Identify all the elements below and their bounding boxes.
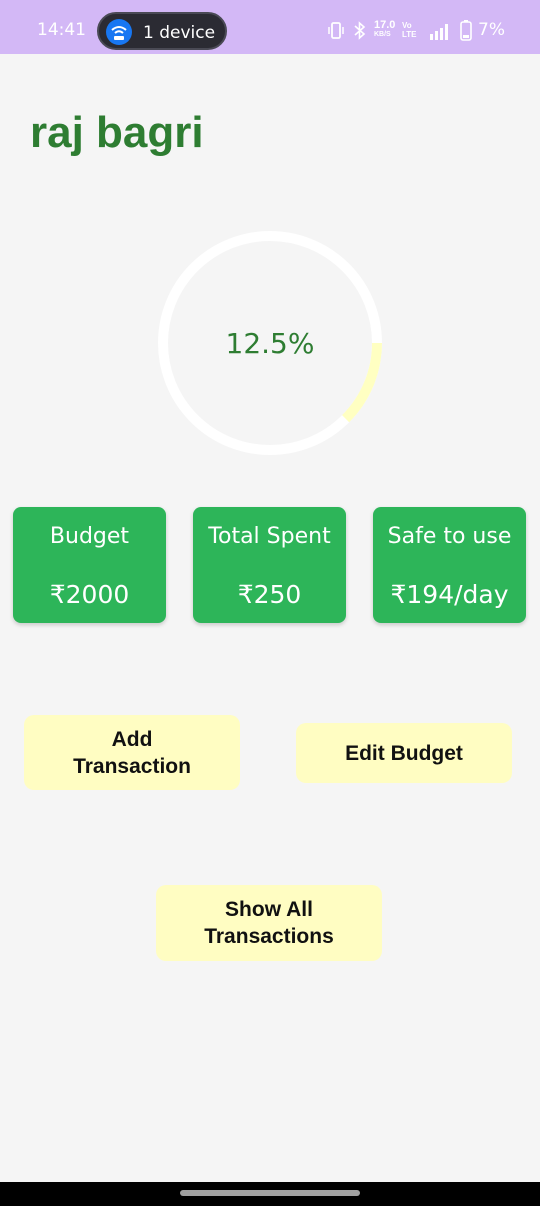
hotspot-icon: [106, 19, 132, 45]
total-spent-value: ₹250: [237, 580, 302, 609]
budget-value: ₹2000: [49, 580, 130, 609]
hotspot-indicator[interactable]: 1 device: [97, 12, 227, 50]
show-all-transactions-button[interactable]: Show All Transactions: [156, 885, 382, 961]
home-gesture-handle[interactable]: [180, 1190, 360, 1196]
system-nav-bar: [0, 1182, 540, 1206]
hotspot-label: 1 device: [143, 23, 216, 43]
battery-percent: 7%: [478, 20, 505, 40]
status-bar: 14:41 1 device 17.0 KB/S Vo LTE 7%: [0, 0, 540, 54]
user-name-heading: raj bagri: [30, 108, 204, 157]
progress-percent-text: 12.5%: [225, 327, 315, 360]
safe-to-use-value: ₹194/day: [390, 580, 509, 609]
volte-indicator: Vo LTE: [402, 21, 417, 39]
total-spent-label: Total Spent: [208, 524, 331, 549]
total-spent-card: Total Spent ₹250: [193, 507, 346, 623]
network-unit: KB/S: [374, 31, 391, 38]
budget-label: Budget: [49, 524, 130, 549]
add-transaction-button[interactable]: Add Transaction: [24, 715, 240, 790]
status-time: 14:41: [37, 20, 86, 40]
safe-to-use-label: Safe to use: [387, 524, 512, 549]
status-icons: 17.0 KB/S Vo LTE 7%: [328, 19, 508, 42]
budget-card: Budget ₹2000: [13, 507, 166, 623]
edit-budget-button[interactable]: Edit Budget: [296, 723, 512, 783]
safe-to-use-card: Safe to use ₹194/day: [373, 507, 526, 623]
network-speed: 17.0: [374, 19, 396, 31]
